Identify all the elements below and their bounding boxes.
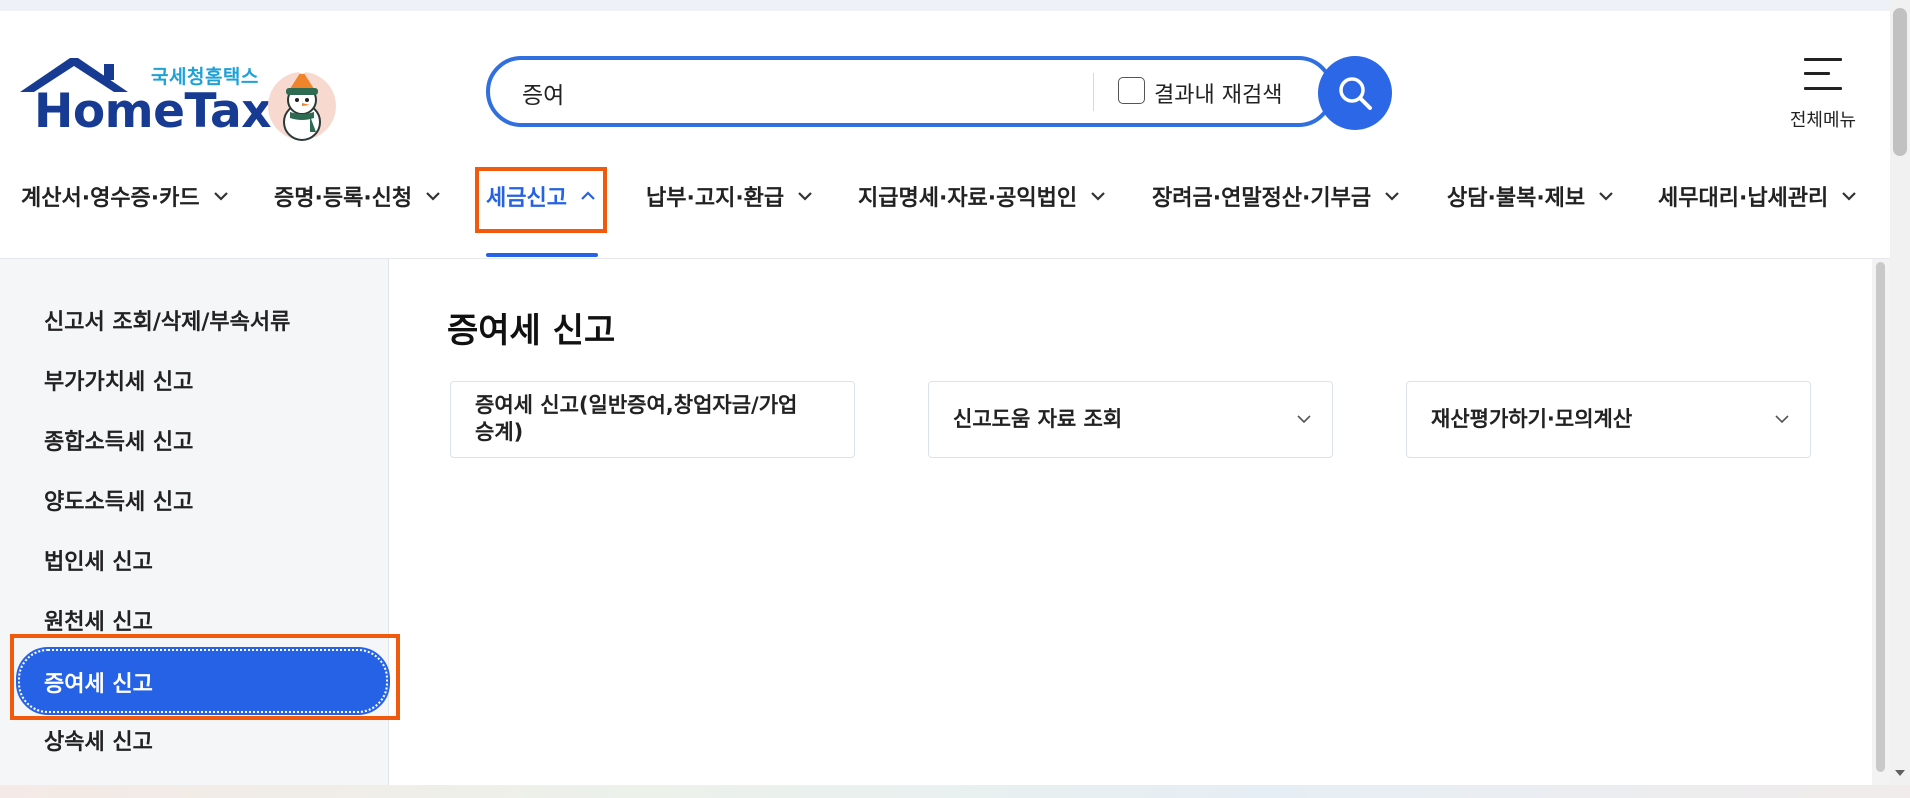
- chevron-down-icon: [1385, 192, 1399, 201]
- gnb-item-agent[interactable]: 세무대리·납세관리: [1658, 176, 1858, 216]
- content-scrollbar-thumb[interactable]: [1876, 262, 1885, 772]
- card-gift-tax-filing[interactable]: 증여세 신고(일반증여,창업자금/가업 승계): [450, 381, 855, 458]
- card-title: 신고도움 자료 조회: [953, 407, 1123, 431]
- search-icon: [1339, 77, 1372, 110]
- snowman-mascot-icon: [268, 66, 336, 141]
- card-title: 재산평가하기·모의계산: [1431, 407, 1633, 431]
- bottom-strip: [0, 785, 1910, 798]
- card-title: 증여세 신고(일반증여,창업자금/가업: [475, 393, 798, 417]
- sidebar-active-highlight: [10, 634, 400, 720]
- sidebar-item-capital-gains[interactable]: 양도소득세 신고: [44, 484, 193, 516]
- sidebar-item-withholding[interactable]: 원천세 신고: [44, 604, 153, 636]
- logo-title: HomeTax: [34, 84, 272, 139]
- sidebar-item-vat[interactable]: 부가가치세 신고: [44, 364, 193, 396]
- gnb-label: 계산서·영수증·카드: [21, 186, 200, 211]
- sidebar-item-inheritance[interactable]: 상속세 신고: [44, 724, 153, 756]
- all-menu-label: 전체메뉴: [1789, 110, 1857, 131]
- gnb-label: 상담·불복·제보: [1447, 186, 1586, 211]
- chevron-down-icon: [1775, 415, 1789, 424]
- page-scrollbar-thumb[interactable]: [1893, 8, 1907, 156]
- gnb-item-statement[interactable]: 지급명세·자료·공익법인: [858, 176, 1107, 216]
- chevron-down-icon: [1842, 192, 1857, 201]
- all-menu-button[interactable]: 전체메뉴: [1782, 56, 1862, 136]
- hamburger-icon: [1804, 58, 1844, 90]
- gnb-item-certificate[interactable]: 증명·등록·신청: [274, 176, 442, 216]
- chevron-down-icon: [1297, 415, 1311, 424]
- card-asset-valuation[interactable]: 재산평가하기·모의계산: [1406, 381, 1811, 458]
- card-title-line2: 승계): [475, 420, 524, 444]
- research-label[interactable]: 결과내 재검색: [1154, 77, 1282, 109]
- gnb-item-invoice[interactable]: 계산서·영수증·카드: [21, 176, 230, 216]
- chevron-down-icon: [426, 192, 440, 201]
- search-divider: [1093, 73, 1094, 111]
- scroll-down-arrow-icon[interactable]: [1892, 766, 1908, 780]
- top-strip: [0, 0, 1890, 11]
- gnb-item-payment[interactable]: 납부·고지·환급: [646, 176, 814, 216]
- search-box: 결과내 재검색: [486, 56, 1334, 127]
- gnb-label: 지급명세·자료·공익법인: [858, 186, 1078, 211]
- sidebar-item-income-tax[interactable]: 종합소득세 신고: [44, 424, 193, 456]
- chevron-down-icon: [1599, 192, 1613, 201]
- hometax-logo[interactable]: 국세청홈택스 HomeTax: [18, 56, 336, 141]
- chevron-down-icon: [1091, 192, 1105, 201]
- chevron-down-icon: [213, 192, 228, 201]
- gnb-item-incentive[interactable]: 장려금·연말정산·기부금: [1152, 176, 1401, 216]
- search-button[interactable]: [1318, 56, 1392, 130]
- gnb-item-consult[interactable]: 상담·불복·제보: [1447, 176, 1615, 216]
- gnb-active-highlight: [475, 167, 607, 233]
- sidebar-item-inquiry[interactable]: 신고서 조회/삭제/부속서류: [44, 304, 290, 336]
- research-checkbox[interactable]: [1118, 77, 1145, 104]
- search-input[interactable]: [520, 74, 1064, 112]
- card-help-data[interactable]: 신고도움 자료 조회: [928, 381, 1333, 458]
- gnb-active-underline: [486, 253, 598, 257]
- gnb-label: 세무대리·납세관리: [1658, 186, 1829, 211]
- gnb-label: 증명·등록·신청: [274, 186, 413, 211]
- page-title: 증여세 신고: [447, 311, 616, 351]
- gnb-label: 장려금·연말정산·기부금: [1152, 186, 1372, 211]
- sidebar-item-corporate-tax[interactable]: 법인세 신고: [44, 544, 153, 576]
- chevron-down-icon: [798, 192, 812, 201]
- gnb-label: 납부·고지·환급: [646, 186, 785, 211]
